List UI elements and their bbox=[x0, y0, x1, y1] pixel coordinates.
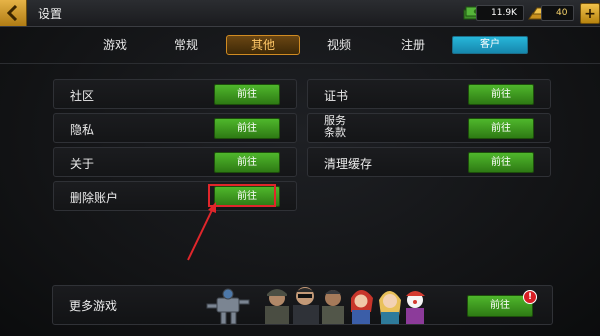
top-bar: 设置 11.9K 40 + bbox=[0, 0, 600, 27]
about-label: 关于 bbox=[70, 157, 95, 171]
more-games-label: 更多游戏 bbox=[69, 299, 118, 313]
game-characters-image bbox=[206, 287, 425, 324]
add-currency-button[interactable]: + bbox=[580, 3, 600, 24]
terms-label: 服务 条款 bbox=[324, 114, 346, 139]
row-community: 社区 前往 bbox=[53, 79, 297, 109]
tab-general[interactable]: 常规 bbox=[163, 34, 209, 56]
privacy-go-button[interactable]: 前往 bbox=[214, 118, 280, 139]
clear-cache-go-button[interactable]: 前往 bbox=[468, 152, 534, 173]
row-privacy: 隐私 前往 bbox=[53, 113, 297, 143]
row-clear-cache: 清理缓存 前往 bbox=[307, 147, 551, 177]
cash-value: 11.9K bbox=[476, 5, 524, 21]
page-title: 设置 bbox=[38, 7, 63, 21]
tab-other[interactable]: 其他 bbox=[226, 35, 300, 55]
tab-register[interactable]: 注册 bbox=[390, 34, 436, 56]
row-about: 关于 前往 bbox=[53, 147, 297, 177]
about-go-button[interactable]: 前往 bbox=[214, 152, 280, 173]
tab-divider bbox=[0, 63, 600, 64]
tab-customer[interactable]: 客户 bbox=[452, 36, 528, 54]
more-games-panel: 更多游戏 前往 bbox=[52, 285, 553, 325]
pointer-arrow-icon bbox=[187, 202, 216, 261]
row-terms-of-service: 服务 条款 前往 bbox=[307, 113, 551, 143]
community-go-button[interactable]: 前往 bbox=[214, 84, 280, 105]
clear-cache-label: 清理缓存 bbox=[324, 157, 373, 171]
row-certificate: 证书 前往 bbox=[307, 79, 551, 109]
alert-badge-icon: ! bbox=[523, 290, 537, 304]
certificate-go-button[interactable]: 前往 bbox=[468, 84, 534, 105]
chevron-left-icon bbox=[7, 5, 18, 21]
terms-go-button[interactable]: 前往 bbox=[468, 118, 534, 139]
cash-counter: 11.9K bbox=[462, 4, 524, 22]
tab-video[interactable]: 视频 bbox=[316, 34, 362, 56]
certificate-label: 证书 bbox=[324, 89, 349, 103]
delete-account-label: 删除账户 bbox=[70, 191, 119, 205]
privacy-label: 隐私 bbox=[70, 123, 95, 137]
gold-counter: 40 bbox=[527, 4, 575, 22]
community-label: 社区 bbox=[70, 89, 95, 103]
tab-game[interactable]: 游戏 bbox=[92, 34, 138, 56]
settings-tabs: 游戏 常规 其他 视频 注册 客户 bbox=[0, 34, 600, 56]
gold-value: 40 bbox=[541, 5, 575, 21]
back-button[interactable] bbox=[0, 0, 27, 26]
